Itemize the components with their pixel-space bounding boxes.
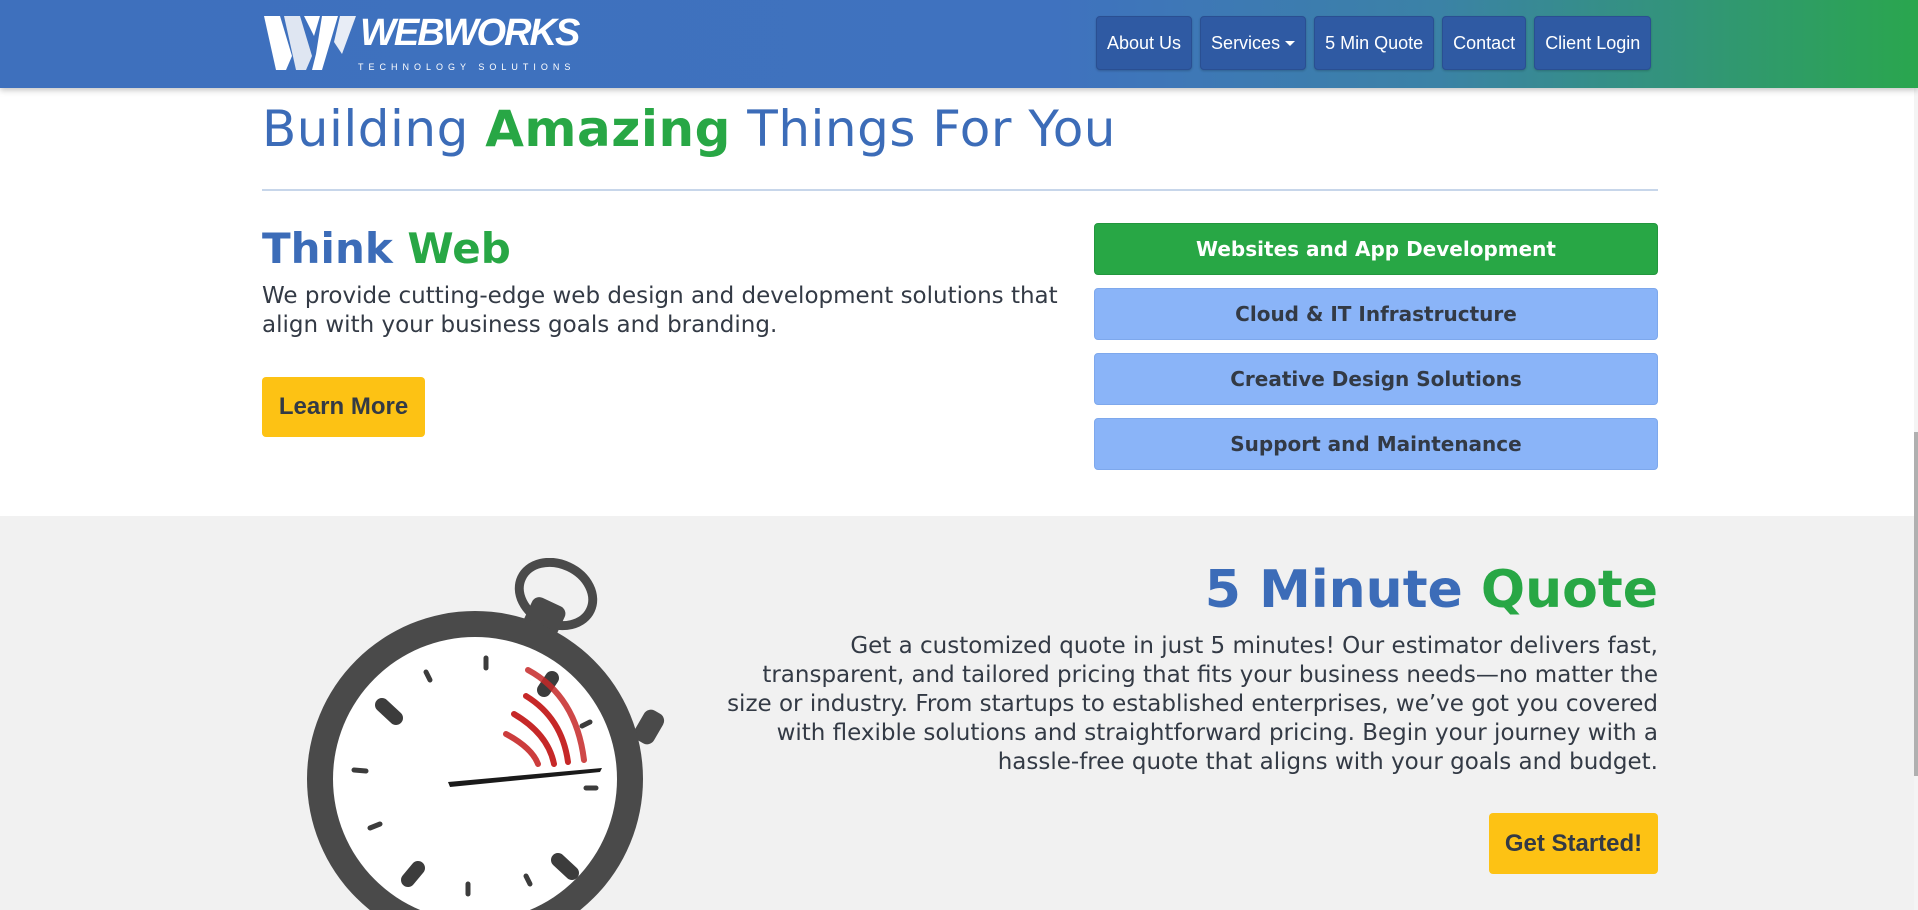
hero-title: Building Amazing Things For You	[262, 100, 1116, 158]
logo-wordmark: WEBWORKS	[360, 12, 580, 54]
quote-description: Get a customized quote in just 5 minutes…	[727, 633, 1658, 775]
nav-contact[interactable]: Contact	[1442, 16, 1527, 70]
page-scrollbar[interactable]	[1914, 88, 1918, 910]
service-tab-creative[interactable]: Creative Design Solutions	[1094, 353, 1658, 405]
think-title-pre: Think	[262, 224, 408, 273]
nav-client-login[interactable]: Client Login	[1534, 16, 1652, 70]
think-web-title: Think Web	[262, 224, 511, 273]
top-navbar: WEBWORKS TECHNOLOGY SOLUTIONS About Us S…	[0, 0, 1918, 88]
service-tabs: Websites and App Development Cloud & IT …	[1094, 223, 1658, 483]
quote-title-highlight: Quote	[1480, 560, 1658, 620]
service-tab-support[interactable]: Support and Maintenance	[1094, 418, 1658, 470]
main-nav: About Us Services 5 Min Quote Contact Cl…	[1096, 16, 1652, 70]
nav-5-min-quote[interactable]: 5 Min Quote	[1314, 16, 1435, 70]
quote-title: 5 Minute Quote	[1205, 560, 1658, 620]
hero-title-highlight: Amazing	[485, 100, 731, 158]
scrollbar-thumb[interactable]	[1914, 432, 1918, 776]
nav-about-us[interactable]: About Us	[1096, 16, 1193, 70]
learn-more-button[interactable]: Learn More	[262, 377, 425, 437]
webworks-logo-icon	[264, 16, 356, 70]
service-tab-cloud[interactable]: Cloud & IT Infrastructure	[1094, 288, 1658, 340]
section-divider	[262, 189, 1658, 191]
hero-title-pre: Building	[262, 100, 486, 158]
hero-title-post: Things For You	[730, 100, 1116, 158]
get-started-button[interactable]: Get Started!	[1489, 813, 1658, 874]
service-tab-websites[interactable]: Websites and App Development	[1094, 223, 1658, 275]
stopwatch-icon	[307, 558, 665, 910]
logo-tagline: TECHNOLOGY SOLUTIONS	[358, 62, 576, 72]
think-web-description: We provide cutting-edge web design and d…	[262, 283, 1058, 338]
quote-title-pre: 5 Minute	[1204, 560, 1481, 620]
think-title-highlight: Web	[407, 224, 511, 273]
webworks-logo[interactable]: WEBWORKS TECHNOLOGY SOLUTIONS	[262, 12, 580, 74]
nav-services-dropdown[interactable]: Services	[1200, 16, 1307, 70]
